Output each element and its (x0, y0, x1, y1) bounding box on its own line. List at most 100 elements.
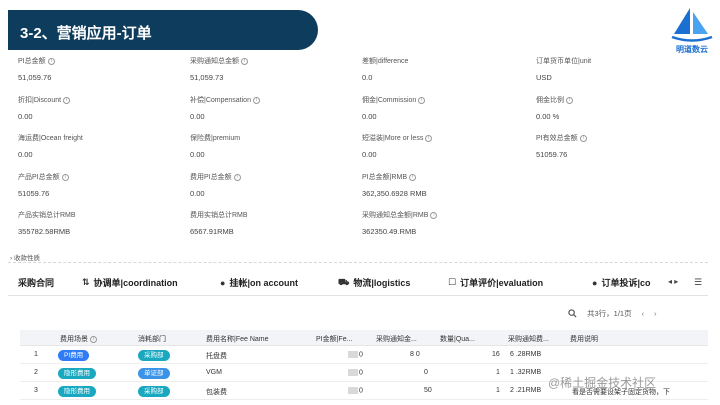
cell-value: 0 (359, 351, 363, 359)
field-label: PI总金额|RMB (362, 174, 407, 181)
info-icon[interactable]: i (252, 96, 260, 104)
field-purchase-notice-total: 采购通知总金额 i 51,059.73 (190, 56, 248, 82)
fee-name-cell: VGM (206, 369, 222, 376)
info-icon[interactable]: i (241, 57, 248, 65)
field-label: 采购通知总金额 (190, 58, 239, 65)
field-purchase-notice-rmb: 采购通知总金额|RMB i 362350.49.RMB (362, 210, 438, 236)
field-label: 订单货币单位|unit (536, 58, 592, 65)
info-icon[interactable]: i (233, 173, 241, 181)
swap-icon: ⇅ (82, 277, 90, 287)
column-header[interactable]: 采购通知金... (376, 334, 436, 344)
pi-amount-cell: 0 (348, 369, 363, 376)
column-header-label: 费用场景 (60, 336, 88, 343)
next-page-button[interactable]: › (654, 309, 657, 318)
dept-cell: 采购部 (138, 350, 170, 361)
scene-tag: 隐形费用 (58, 386, 96, 397)
field-label: PI总金额 (18, 58, 46, 65)
qty-cell: 1 (496, 387, 500, 394)
tab-label: 物流|logistics (353, 278, 411, 288)
field-label: 佣金比例 (536, 97, 564, 104)
field-commission: 佣金|Commission i 0.00 (362, 95, 426, 121)
field-label: PI有效总金额 (536, 135, 578, 142)
scene-tag: 隐形费用 (58, 368, 96, 379)
info-icon[interactable]: i (409, 173, 416, 181)
chevron-right-icon: › (10, 255, 13, 262)
page-info: 共3行，1/1页 (587, 309, 632, 318)
field-value: 0.00 (190, 189, 205, 198)
field-value: 0.00 (18, 150, 33, 159)
field-label: 产品PI总金额 (18, 174, 60, 181)
info-icon[interactable]: i (418, 96, 426, 104)
tab-label: 协调单|coordination (93, 278, 178, 288)
field-value: 0.00 (362, 112, 377, 121)
tab-scroll-arrows[interactable]: ◂ ▸ (668, 277, 678, 286)
column-header[interactable]: 数量|Qua... (440, 334, 502, 344)
field-label: 产品实销总计RMB (18, 212, 76, 219)
field-value: 6567.91RMB (190, 227, 234, 236)
clipboard-icon: ☐ (448, 277, 457, 287)
column-header-label: 费用说明 (570, 336, 598, 343)
watermark: @稀土掘金技术社区 (548, 376, 657, 390)
field-value: 362350.49.RMB (362, 227, 417, 236)
tab-complaint[interactable]: ● 订单投诉|co (592, 276, 650, 289)
scene-cell: 隐形费用 (58, 368, 96, 379)
search-icon[interactable] (568, 309, 577, 318)
row-number: 2 (34, 369, 38, 376)
field-value: 0.00 % (536, 112, 560, 121)
column-header-label: 数量|Qua... (440, 336, 475, 343)
column-header[interactable]: 费用场景 i (60, 334, 97, 344)
dept-cell: 采购部 (138, 386, 170, 397)
column-header[interactable]: 采购通知费... (508, 334, 568, 344)
field-label: 折扣|Discount (18, 97, 62, 104)
info-icon[interactable]: i (425, 134, 433, 142)
field-value: 0.00 (190, 150, 205, 159)
row-number: 3 (34, 387, 38, 394)
field-value: 0.00 (362, 150, 377, 159)
column-header[interactable]: 费用名称|Fee Name (206, 334, 308, 344)
info-icon[interactable]: i (47, 57, 55, 65)
dept-tag: 单证部 (138, 368, 170, 379)
column-header[interactable]: 消耗部门 (138, 334, 166, 344)
info-icon[interactable]: i (61, 173, 69, 181)
field-pi-total-rmb: PI总金额|RMB i 362,350.6928 RMB (362, 172, 427, 198)
field-difference: 差额|difference 0.0 (362, 56, 408, 82)
field-value: 355782.58RMB (18, 227, 71, 236)
field-value: 362,350.6928 RMB (362, 189, 427, 198)
field-label: 费用实销总计RMB (190, 212, 248, 219)
cell-value: 0 (359, 387, 363, 395)
field-label: 佣金|Commission (362, 97, 417, 104)
field-value: 51,059.73 (190, 73, 224, 82)
tab-coordination[interactable]: ⇅ 协调单|coordination (82, 276, 178, 289)
info-icon[interactable]: i (430, 211, 438, 219)
redaction (348, 387, 358, 394)
info-icon[interactable]: i (63, 96, 71, 104)
tab-logistics[interactable]: ⛟ 物流|logistics (338, 276, 410, 289)
tab-purchase-contract[interactable]: 采购合同 (18, 276, 54, 289)
info-icon[interactable]: i (579, 134, 587, 142)
prev-page-button[interactable]: ‹ (642, 309, 645, 318)
tab-bar: 采购合同 ⇅ 协调单|coordination ● 挂帐|on account … (8, 268, 708, 296)
field-currency-unit: 订单货币单位|unit USD (536, 56, 591, 82)
column-header[interactable]: 费用说明 (570, 334, 598, 344)
sailboat-logo-icon (671, 8, 713, 42)
field-value: 51,059.76 (18, 73, 52, 82)
field-ocean-freight: 海运费|Ocean freight 0.00 (18, 133, 83, 159)
tab-on-account[interactable]: ● 挂帐|on account (220, 276, 298, 289)
divider (8, 262, 708, 263)
field-product-pi-total: 产品PI总金额 i 51059.76 (18, 172, 69, 198)
row-number: 1 (34, 351, 38, 358)
info-icon: i (90, 335, 97, 343)
tab-evaluation[interactable]: ☐ 订单评价|evaluation (448, 276, 543, 289)
tab-label: 订单投诉|co (601, 278, 651, 288)
pi-amount-cell: 0 (348, 387, 363, 394)
field-compensation: 补偿|Compensation i 0.00 (190, 95, 260, 121)
column-header[interactable]: PI金额|Fe... (316, 334, 374, 344)
menu-icon[interactable]: ☰ (694, 277, 702, 288)
collapse-toggle[interactable]: › 收款性质 (10, 252, 40, 262)
column-header-label: 费用名称|Fee Name (206, 336, 269, 343)
table-row[interactable]: 1 PI费用 采购部 托盘费 0 8 0 16 6 .28RMB (20, 347, 708, 364)
fee-name-cell: 包装费 (206, 389, 227, 396)
fee-name-cell: 托盘费 (206, 353, 227, 360)
notice-fee-cell: 2 .21RMB (510, 387, 542, 394)
info-icon[interactable]: i (566, 96, 573, 104)
